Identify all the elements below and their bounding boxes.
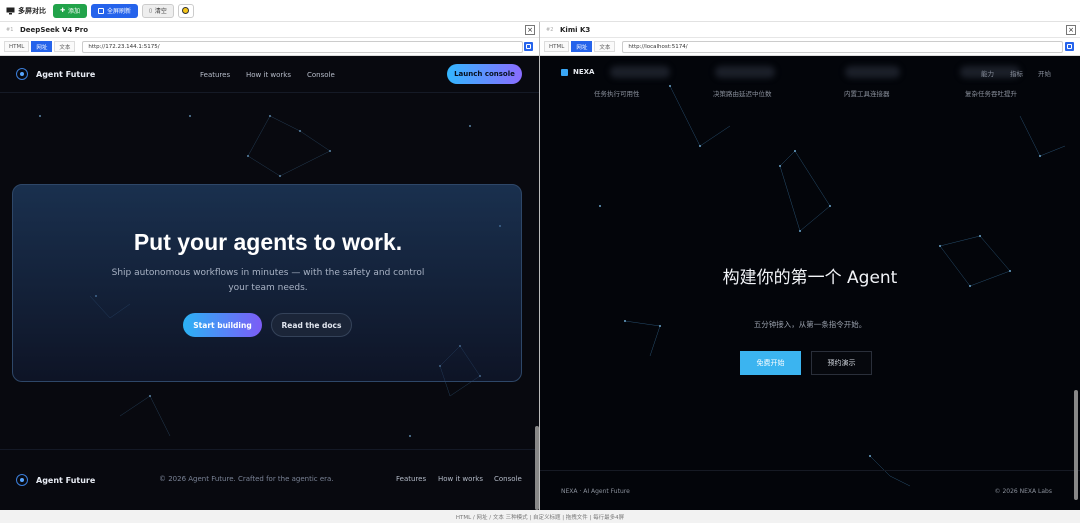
pane-header: #2 Kimi K3 × — [540, 22, 1080, 38]
pane-2: #2 Kimi K3 × HTML 网址 文本 http://localhost… — [540, 22, 1080, 510]
nav-link-console[interactable]: Console — [307, 71, 335, 79]
app-title: 多屏对比 — [6, 6, 46, 16]
trash-icon: ▯ — [149, 7, 152, 14]
add-button[interactable]: ✚ 添加 — [53, 3, 88, 18]
url-input[interactable]: http://172.23.144.1:5175/ — [82, 40, 524, 53]
scrollbar-thumb[interactable] — [535, 426, 539, 510]
pane-header: #1 DeepSeek V4 Pro × — [0, 22, 539, 38]
book-demo-button[interactable]: 预约演示 — [811, 351, 872, 375]
feature-label: 任务执行可用性 — [594, 90, 640, 98]
nav-link-capabilities[interactable]: 能力 — [981, 68, 994, 78]
pane-1: #1 DeepSeek V4 Pro × HTML 网址 文本 http://1… — [0, 22, 540, 510]
add-button-label: 添加 — [68, 8, 81, 15]
clear-button-label: 清空 — [154, 8, 167, 15]
read-docs-button[interactable]: Read the docs — [271, 313, 352, 337]
footer-copyright: © 2026 Agent Future. Crafted for the age… — [159, 475, 334, 483]
mode-tab-html[interactable]: HTML — [4, 41, 30, 52]
go-icon[interactable] — [524, 42, 533, 51]
site-navbar: Agent Future Features How it works Conso… — [0, 56, 539, 93]
mode-tab-text[interactable]: 文本 — [594, 41, 616, 52]
refresh-button-label: 全屏刷新 — [107, 8, 132, 15]
start-free-button[interactable]: 免费开始 — [740, 351, 801, 375]
logo-icon — [16, 68, 28, 80]
footer-link-how-it-works[interactable]: How it works — [438, 475, 483, 483]
site-preview: NEXA 能力 指标 开始 任务执行可用性 决策路由延迟中位数 内置工具连接器 … — [540, 56, 1080, 510]
mode-tab-url[interactable]: 网址 — [31, 41, 53, 52]
hero-title: 构建你的第一个 Agent — [722, 268, 898, 288]
refresh-icon — [98, 7, 105, 14]
refresh-all-button[interactable]: 全屏刷新 — [91, 3, 139, 18]
pane-number: #1 — [6, 26, 14, 33]
close-icon[interactable]: × — [1066, 25, 1076, 35]
blurred-stat — [715, 66, 775, 78]
site-navbar: NEXA 能力 指标 开始 — [540, 56, 1080, 88]
site-brand[interactable]: NEXA — [573, 68, 594, 76]
monitor-icon — [6, 7, 15, 14]
footer-brand: NEXA · AI Agent Future — [561, 488, 630, 495]
footer-brand[interactable]: Agent Future — [36, 476, 95, 485]
theme-toggle-button[interactable] — [177, 3, 194, 18]
mode-tab-text[interactable]: 文本 — [54, 41, 76, 52]
scrollbar-thumb[interactable] — [1074, 390, 1078, 500]
url-bar: HTML 网址 文本 http://localhost:5174/ — [540, 38, 1080, 56]
site-preview: Agent Future Features How it works Conso… — [0, 56, 539, 510]
app-title-text: 多屏对比 — [18, 6, 46, 15]
feature-label: 复杂任务吞吐提升 — [965, 90, 1017, 98]
mode-tab-url[interactable]: 网址 — [571, 41, 593, 52]
plus-icon: ✚ — [60, 7, 66, 14]
sun-icon — [182, 7, 190, 14]
nav-link-metrics[interactable]: 指标 — [1010, 68, 1023, 78]
hero-subtitle: 五分钟接入，从第一条指令开始。 — [753, 320, 867, 329]
url-input[interactable]: http://localhost:5174/ — [622, 40, 1064, 53]
status-bar: HTML / 网址 / 文本 三种模式 | 自定义标题 | 拖拽文件 | 每行最… — [0, 510, 1080, 523]
feature-label: 内置工具连接器 — [844, 90, 890, 98]
mode-tab-html[interactable]: HTML — [544, 41, 570, 52]
nexa-logo-icon — [561, 69, 568, 76]
nav-link-how-it-works[interactable]: How it works — [246, 71, 291, 79]
go-icon[interactable] — [1065, 42, 1074, 51]
pane-number: #2 — [546, 26, 554, 33]
launch-console-button[interactable]: Launch console — [447, 64, 522, 84]
blurred-stat — [610, 66, 670, 78]
hero-title: Put your agents to work. — [133, 229, 403, 255]
url-bar: HTML 网址 文本 http://172.23.144.1:5175/ — [0, 38, 539, 56]
top-toolbar: 多屏对比 ✚ 添加 全屏刷新 ▯ 清空 — [0, 0, 1080, 22]
footer-link-console[interactable]: Console — [494, 475, 522, 483]
nav-link-start[interactable]: 开始 — [1038, 68, 1051, 78]
feature-label: 决策路由延迟中位数 — [713, 90, 772, 98]
nav-link-features[interactable]: Features — [200, 71, 230, 79]
pane-title[interactable]: DeepSeek V4 Pro — [20, 26, 88, 34]
close-icon[interactable]: × — [525, 25, 535, 35]
hero-subtitle: Ship autonomous workflows in minutes — w… — [111, 268, 425, 293]
blurred-stat — [845, 66, 900, 78]
footer-logo-icon — [16, 474, 28, 486]
footer-copyright: © 2026 NEXA Labs — [994, 488, 1052, 495]
hero-card: Put your agents to work. Ship autonomous… — [12, 184, 522, 382]
footer-link-features[interactable]: Features — [396, 475, 426, 483]
site-footer: Agent Future © 2026 Agent Future. Crafte… — [0, 449, 539, 510]
site-footer: NEXA · AI Agent Future © 2026 NEXA Labs — [540, 470, 1080, 510]
pane-title[interactable]: Kimi K3 — [560, 26, 590, 34]
start-building-button[interactable]: Start building — [183, 313, 262, 337]
site-brand[interactable]: Agent Future — [36, 70, 95, 79]
clear-button[interactable]: ▯ 清空 — [142, 3, 174, 18]
